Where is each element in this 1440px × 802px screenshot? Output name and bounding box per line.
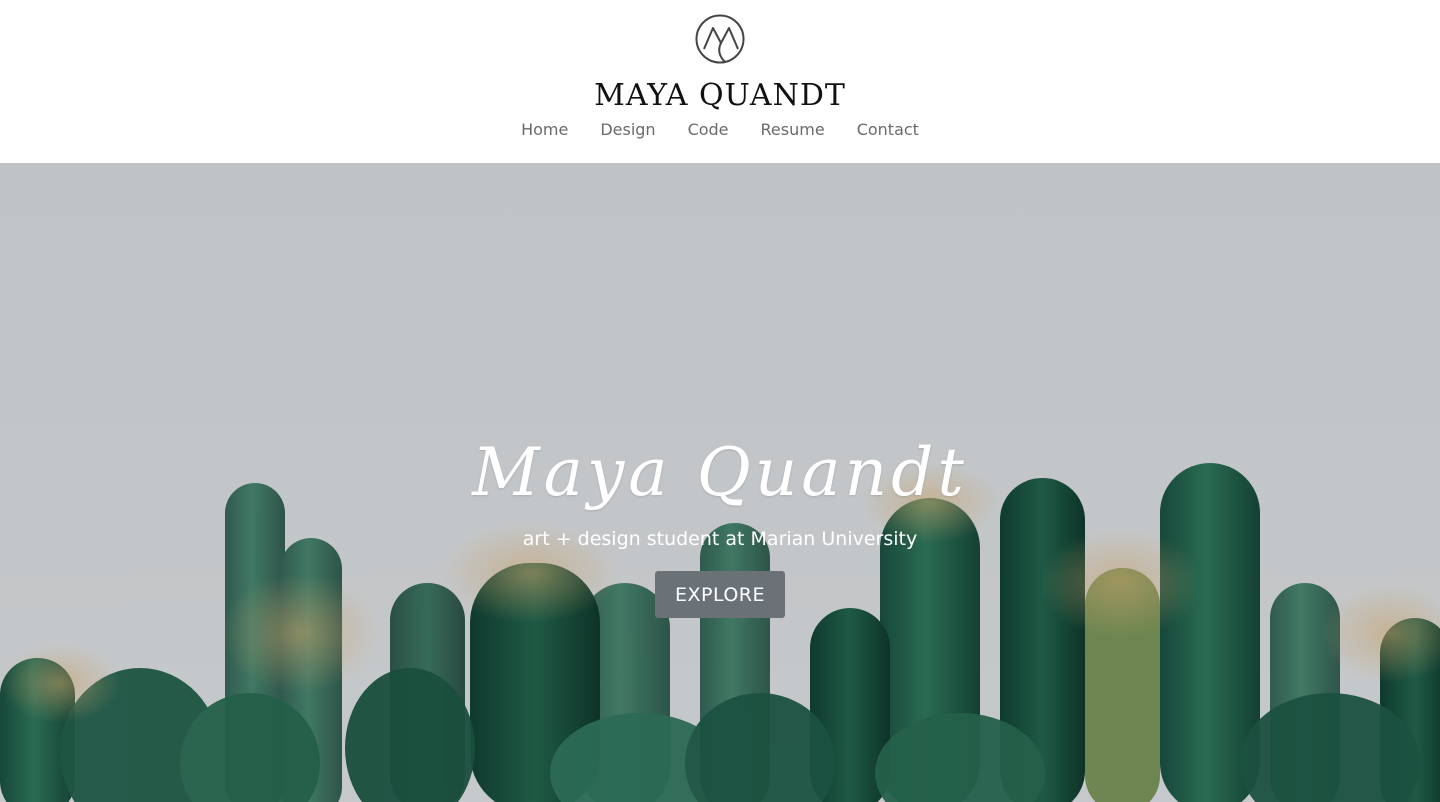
nav-code-link[interactable]: Code <box>688 119 729 141</box>
nav-design-link[interactable]: Design <box>600 119 655 141</box>
main-nav: Home Design Code Resume Contact <box>0 119 1440 141</box>
nav-resume-link[interactable]: Resume <box>761 119 825 141</box>
site-title[interactable]: MAYA QUANDT <box>0 78 1440 114</box>
nav-contact-link[interactable]: Contact <box>857 119 919 141</box>
site-header: MAYA QUANDT Home Design Code Resume Cont… <box>0 0 1440 163</box>
explore-button[interactable]: EXPLORE <box>655 571 785 618</box>
hero-section: Maya Quandt art + design student at Mari… <box>0 163 1440 802</box>
hero-subtitle: art + design student at Marian Universit… <box>522 528 918 550</box>
mq-monogram-icon[interactable] <box>694 13 746 67</box>
nav-home-link[interactable]: Home <box>521 119 568 141</box>
hero-title: Maya Quandt <box>472 434 968 511</box>
